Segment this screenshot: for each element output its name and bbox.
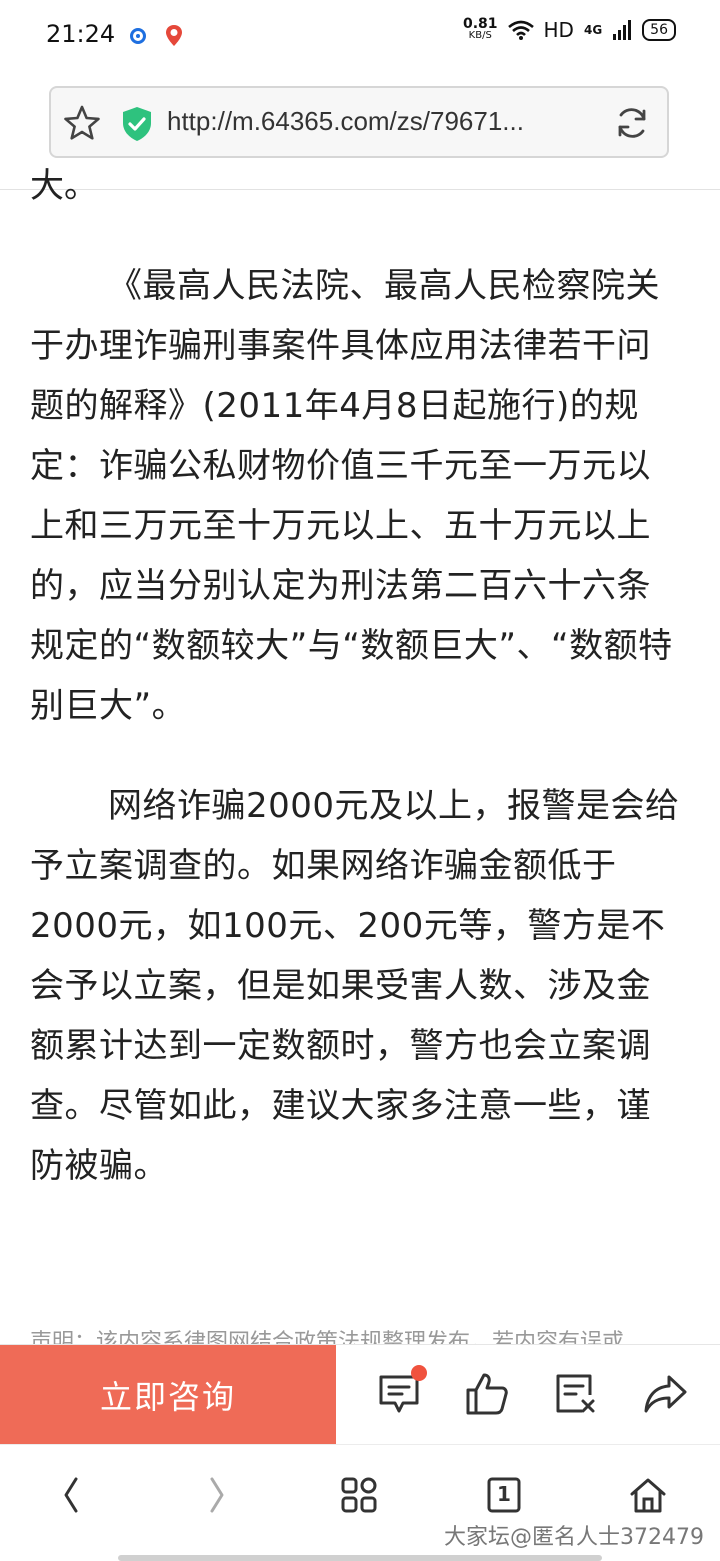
share-icon[interactable]	[642, 1371, 688, 1417]
article-content: 大。 《最高人民法院、最高人民检察院关于办理诈骗刑事案件具体应用法律若干问题的解…	[0, 160, 720, 1344]
like-icon[interactable]	[464, 1371, 510, 1417]
comment-badge-dot	[411, 1365, 427, 1381]
bookmark-star-icon[interactable]	[63, 104, 101, 142]
disclaimer-text: 声明：该内容系律图网结合政策法规整理发布，若内容有误或	[30, 1330, 625, 1344]
tabs-button[interactable]: 1	[484, 1475, 524, 1515]
home-icon[interactable]	[628, 1475, 668, 1515]
network-speed: 0.81 KB/S	[462, 16, 498, 42]
map-notification-icon	[166, 25, 182, 46]
article-paragraph-1: 《最高人民法院、最高人民检察院关于办理诈骗刑事案件具体应用法律若干问题的解释》(…	[30, 266, 673, 726]
status-time: 21:24	[46, 20, 116, 48]
hd-indicator: HD	[543, 18, 574, 42]
back-icon[interactable]	[52, 1475, 92, 1515]
bottom-navigation: 1 大家坛@匿名人士372479	[0, 1444, 720, 1561]
refresh-icon[interactable]	[613, 104, 651, 142]
address-bar[interactable]: http://m.64365.com/zs/79671...	[49, 86, 669, 158]
menu-grid-icon[interactable]	[340, 1475, 380, 1515]
signal-icon	[613, 20, 632, 40]
tabs-count: 1	[497, 1482, 511, 1506]
wifi-icon	[507, 20, 534, 40]
status-indicators: 0.81 KB/S HD 4G 56	[462, 16, 676, 42]
url-text[interactable]: http://m.64365.com/zs/79671...	[167, 106, 524, 137]
watermark-text: 大家坛@匿名人士372479	[444, 1525, 704, 1550]
action-bar: 立即咨询	[0, 1344, 720, 1445]
article-partial-line: 大。	[30, 166, 98, 206]
app-notification-icon	[130, 28, 146, 44]
forward-icon[interactable]	[196, 1475, 236, 1515]
battery-indicator: 56	[642, 19, 676, 41]
network-type: 4G	[583, 23, 603, 37]
article-paragraph-2: 网络诈骗2000元及以上，报警是会给予立案调查的。如果网络诈骗金额低于2000元…	[30, 786, 680, 1186]
consult-button[interactable]: 立即咨询	[0, 1345, 336, 1445]
secure-shield-icon	[123, 107, 151, 141]
network-speed-unit: KB/S	[468, 30, 492, 41]
network-speed-value: 0.81	[462, 16, 498, 32]
report-icon[interactable]	[552, 1371, 598, 1417]
status-bar: 21:24 0.81 KB/S HD 4G 56	[0, 0, 720, 72]
home-indicator-bar[interactable]	[118, 1555, 602, 1561]
